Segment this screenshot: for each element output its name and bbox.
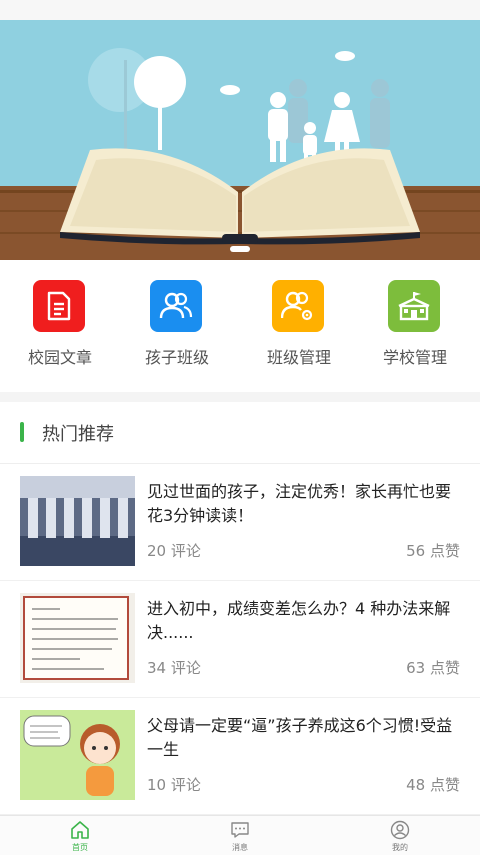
hot-recommend-header: 热门推荐 xyxy=(0,402,480,464)
carousel-indicator[interactable] xyxy=(230,246,250,252)
nav-item-child-class[interactable]: 孩子班级 xyxy=(117,278,237,378)
home-icon xyxy=(71,821,89,839)
quick-nav: 校园文章 孩子班级 班级管理 学校管理 xyxy=(0,260,480,392)
banner-image xyxy=(0,20,480,260)
tab-mine[interactable]: 我的 xyxy=(320,816,480,855)
article-likes: 48 点赞 xyxy=(406,776,460,794)
nav-label: 孩子班级 xyxy=(144,348,209,367)
article-likes: 56 点赞 xyxy=(406,542,460,560)
article-likes: 63 点赞 xyxy=(406,659,460,677)
users-icon xyxy=(150,280,202,332)
article-comments: 20 评论 xyxy=(147,542,201,560)
tab-label: 首页 xyxy=(72,843,88,852)
article-thumbnail xyxy=(20,710,135,800)
school-icon xyxy=(388,280,440,332)
status-bar xyxy=(0,0,480,20)
article-title: 父母请一定要“逼”孩子养成这6个习惯!受益一生 xyxy=(147,716,453,759)
section-divider xyxy=(0,392,480,402)
nav-item-class-management[interactable]: 班级管理 xyxy=(239,278,359,378)
section-accent-bar xyxy=(20,422,24,442)
message-icon xyxy=(231,822,249,838)
document-icon xyxy=(33,280,85,332)
tab-messages[interactable]: 消息 xyxy=(160,816,320,855)
article-comments: 10 评论 xyxy=(147,776,201,794)
banner-carousel[interactable] xyxy=(0,20,480,260)
tab-label: 消息 xyxy=(232,843,248,852)
article-item[interactable]: 进入初中，成绩变差怎么办？4 种办法来解决...... 34 评论 63 点赞 xyxy=(0,581,480,698)
article-item[interactable]: 父母请一定要“逼”孩子养成这6个习惯!受益一生 10 评论 48 点赞 xyxy=(0,698,480,815)
user-icon xyxy=(390,820,410,840)
nav-label: 校园文章 xyxy=(27,348,92,367)
nav-item-school-management[interactable]: 学校管理 xyxy=(355,278,475,378)
nav-label: 班级管理 xyxy=(266,348,331,367)
tab-home[interactable]: 首页 xyxy=(0,816,160,855)
article-title: 进入初中，成绩变差怎么办？4 种办法来解决...... xyxy=(147,599,451,642)
article-thumbnail xyxy=(20,593,135,683)
article-thumbnail xyxy=(20,476,135,566)
nav-label: 学校管理 xyxy=(382,348,447,367)
users-gear-icon xyxy=(272,280,324,332)
bottom-tab-bar: 首页 消息 我的 xyxy=(0,815,480,855)
article-title: 见过世面的孩子，注定优秀！家长再忙也要花3分钟读读！ xyxy=(147,482,452,525)
nav-item-campus-articles[interactable]: 校园文章 xyxy=(0,278,120,378)
article-comments: 34 评论 xyxy=(147,659,201,677)
article-item[interactable]: 见过世面的孩子，注定优秀！家长再忙也要花3分钟读读！ 20 评论 56 点赞 xyxy=(0,464,480,581)
tab-label: 我的 xyxy=(392,843,408,852)
section-title: 热门推荐 xyxy=(42,424,114,445)
